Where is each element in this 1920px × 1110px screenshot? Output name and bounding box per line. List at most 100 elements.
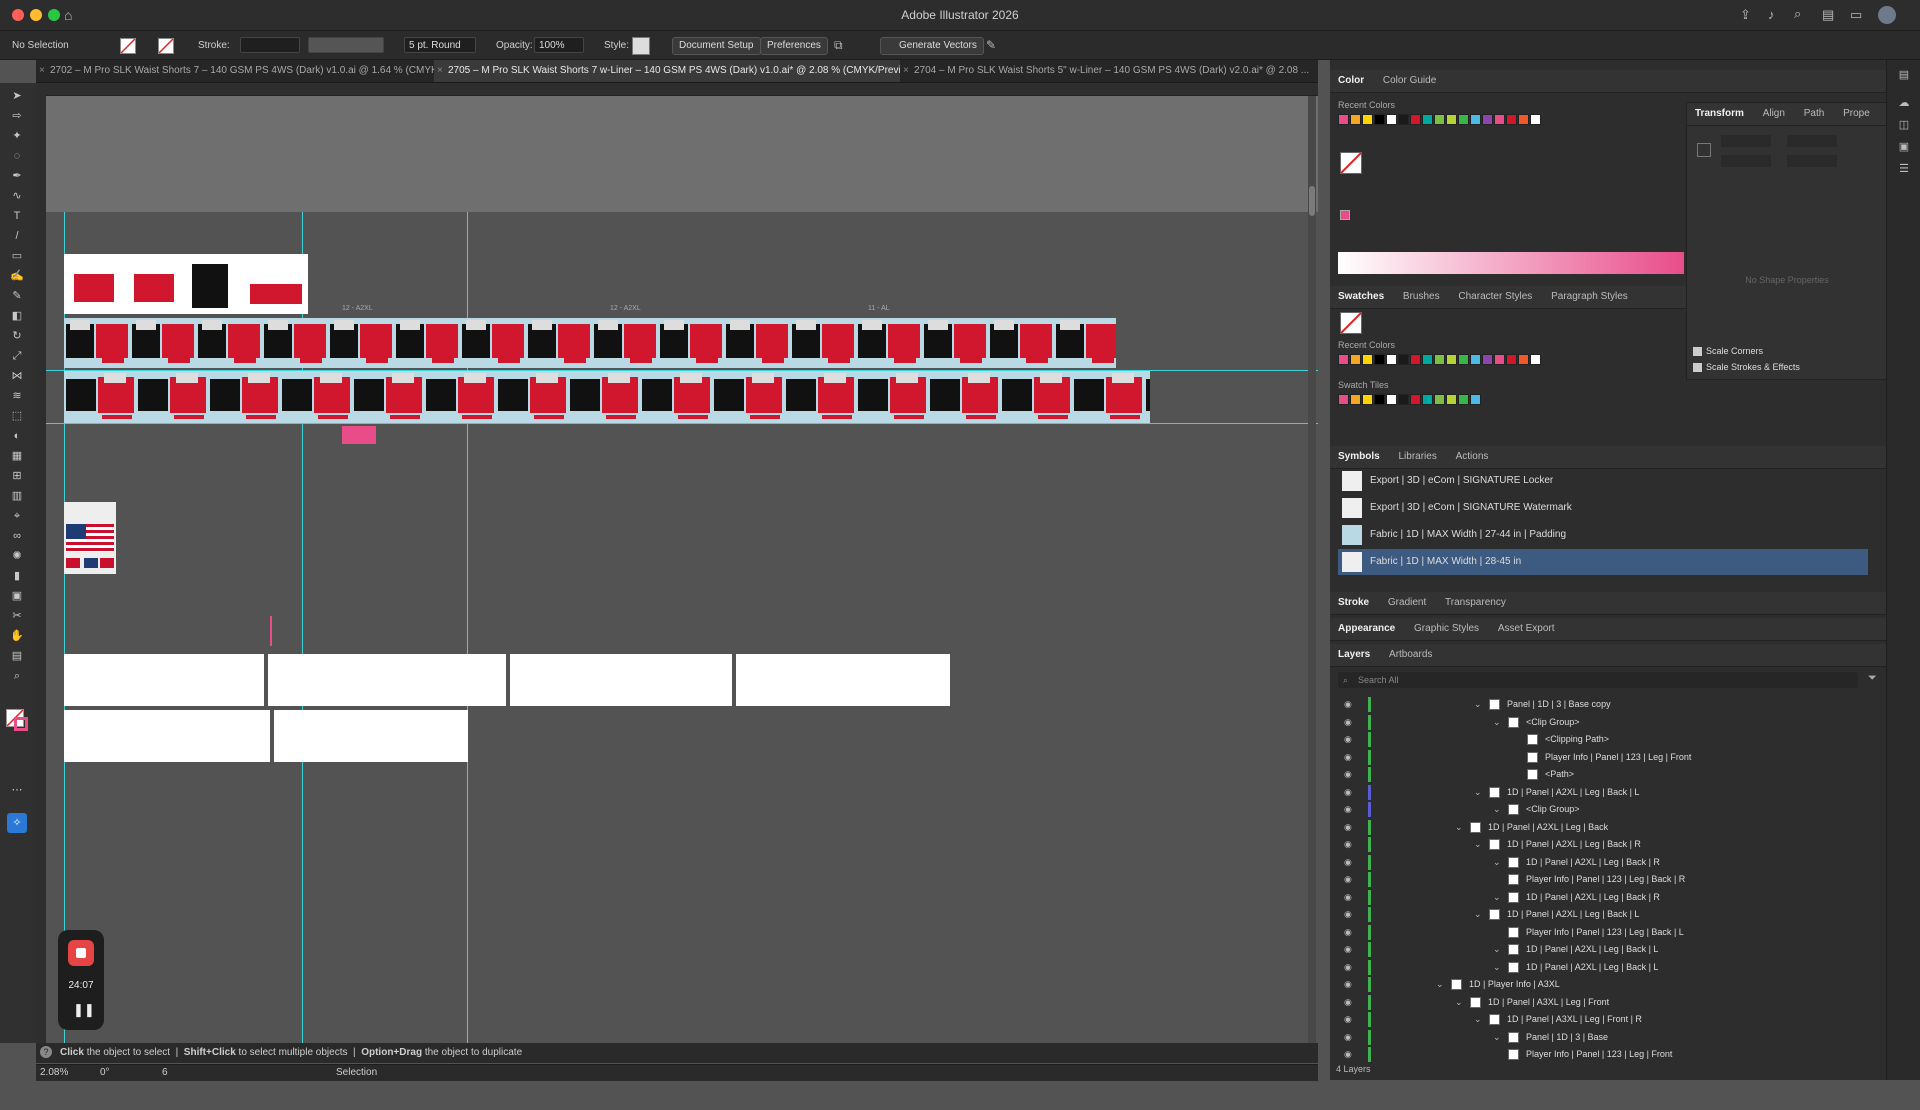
color-swatch[interactable]: [1530, 114, 1541, 125]
visibility-eye-icon[interactable]: ◉: [1344, 924, 1352, 941]
layer-row[interactable]: ◉ ⌄ 1D | Panel | A2XL | Leg | Back | R: [1330, 889, 1910, 906]
artboard-number[interactable]: 6: [162, 1067, 168, 1078]
color-swatch[interactable]: [1458, 354, 1469, 365]
layer-row[interactable]: ◉ Player Info | Panel | 123 | Leg | Back …: [1330, 924, 1910, 941]
expand-toggle-icon[interactable]: ⌄: [1493, 1029, 1501, 1046]
visibility-eye-icon[interactable]: ◉: [1344, 801, 1352, 818]
close-tab-icon[interactable]: ×: [39, 60, 45, 82]
visibility-eye-icon[interactable]: ◉: [1344, 1029, 1352, 1046]
color-swatch[interactable]: [1446, 114, 1457, 125]
layer-row[interactable]: ◉ Player Info | Panel | 123 | Leg | Front: [1330, 749, 1910, 766]
expand-toggle-icon[interactable]: ⌄: [1455, 994, 1463, 1011]
share-icon[interactable]: ⇪: [1740, 7, 1751, 23]
color-swatch[interactable]: [1518, 354, 1529, 365]
column-graph-tool-icon[interactable]: ▮: [9, 569, 25, 583]
color-swatch[interactable]: [1434, 354, 1445, 365]
tab-artboards[interactable]: Artboards: [1381, 644, 1440, 666]
paintbrush-tool-icon[interactable]: ✍: [9, 269, 25, 283]
brush-definition[interactable]: 5 pt. Round: [404, 37, 476, 53]
visibility-eye-icon[interactable]: ◉: [1344, 941, 1352, 958]
visibility-eye-icon[interactable]: ◉: [1344, 906, 1352, 923]
visibility-eye-icon[interactable]: ◉: [1344, 766, 1352, 783]
notifications-icon[interactable]: ♪: [1768, 7, 1775, 22]
expand-toggle-icon[interactable]: ⌄: [1474, 1011, 1482, 1028]
print-tiling-tool-icon[interactable]: ▤: [9, 649, 25, 663]
layer-row[interactable]: ◉ ⌄ 1D | Panel | A2XL | Leg | Back | R: [1330, 836, 1910, 853]
color-swatch[interactable]: [1362, 114, 1373, 125]
stroke-weight-field[interactable]: [240, 37, 300, 53]
color-swatch[interactable]: [1410, 394, 1421, 405]
scale-tool-icon[interactable]: ⤢: [9, 349, 25, 363]
color-swatch[interactable]: [1458, 114, 1469, 125]
mesh-tool-icon[interactable]: ⊞: [9, 469, 25, 483]
expand-toggle-icon[interactable]: ⌄: [1493, 941, 1501, 958]
expand-toggle-icon[interactable]: ⌄: [1493, 959, 1501, 976]
shape-builder-tool-icon[interactable]: ◐: [9, 429, 25, 443]
rotate-tool-icon[interactable]: ↻: [9, 329, 25, 343]
layer-row[interactable]: ◉ ⌄ <Clip Group>: [1330, 801, 1910, 818]
visibility-eye-icon[interactable]: ◉: [1344, 696, 1352, 713]
perspective-grid-tool-icon[interactable]: ▦: [9, 449, 25, 463]
tab-asset-export[interactable]: Asset Export: [1490, 618, 1563, 640]
expand-toggle-icon[interactable]: ⌄: [1474, 784, 1482, 801]
tab-gradient[interactable]: Gradient: [1380, 592, 1434, 614]
color-swatch[interactable]: [1386, 354, 1397, 365]
preferences-button[interactable]: Preferences: [760, 37, 828, 55]
slice-tool-icon[interactable]: ✂: [9, 609, 25, 623]
tab-color-guide[interactable]: Color Guide: [1375, 70, 1444, 92]
layer-row[interactable]: ◉ <Clipping Path>: [1330, 731, 1910, 748]
visibility-eye-icon[interactable]: ◉: [1344, 731, 1352, 748]
flag-artboard[interactable]: [64, 502, 116, 574]
color-swatch[interactable]: [1410, 354, 1421, 365]
opacity-field[interactable]: 100%: [534, 37, 584, 53]
tab-brushes[interactable]: Brushes: [1395, 286, 1448, 308]
zoom-level[interactable]: 2.08%: [40, 1067, 68, 1078]
warp-tool-icon[interactable]: ≋: [9, 389, 25, 403]
visibility-eye-icon[interactable]: ◉: [1344, 714, 1352, 731]
generative-ai-icon[interactable]: ✧: [7, 813, 27, 833]
shaper-tool-icon[interactable]: ✎: [9, 289, 25, 303]
color-swatch[interactable]: [1398, 114, 1409, 125]
color-swatch[interactable]: [1446, 394, 1457, 405]
layer-row[interactable]: ◉ ⌄ 1D | Panel | A2XL | Leg | Back | L: [1330, 959, 1910, 976]
tab-character-styles[interactable]: Character Styles: [1450, 286, 1540, 308]
layer-row[interactable]: ◉ ⌄ 1D | Player Info | A3XL: [1330, 976, 1910, 993]
document-tab[interactable]: × 2702 – M Pro SLK Waist Shorts 7 – 140 G…: [36, 60, 434, 82]
expand-toggle-icon[interactable]: ⌄: [1474, 906, 1482, 923]
color-swatch[interactable]: [1458, 394, 1469, 405]
color-swatch[interactable]: [1434, 394, 1445, 405]
tab-actions[interactable]: Actions: [1448, 446, 1497, 468]
fill-stroke-indicator[interactable]: [1340, 152, 1362, 174]
color-swatch[interactable]: [1506, 114, 1517, 125]
color-swatch[interactable]: [1470, 394, 1481, 405]
workspace-icon[interactable]: ▤: [1822, 7, 1834, 23]
expand-toggle-icon[interactable]: ⌄: [1493, 801, 1501, 818]
layer-row[interactable]: ◉ <Path>: [1330, 766, 1910, 783]
visibility-eye-icon[interactable]: ◉: [1344, 889, 1352, 906]
layer-row[interactable]: ◉ Player Info | Panel | 123 | Leg | Front: [1330, 1046, 1910, 1063]
x-field[interactable]: [1721, 135, 1771, 147]
visibility-eye-icon[interactable]: ◉: [1344, 871, 1352, 888]
color-swatch[interactable]: [1398, 394, 1409, 405]
color-spectrum-bar[interactable]: [1338, 252, 1684, 274]
filter-icon[interactable]: ⏷: [1868, 672, 1877, 685]
color-swatch[interactable]: [1374, 114, 1385, 125]
color-swatch[interactable]: [1482, 354, 1493, 365]
generate-vectors-button[interactable]: Generate Vectors: [880, 37, 984, 55]
document-tab[interactable]: × 2704 – M Pro SLK Waist Shorts 5" w-Line…: [900, 60, 1318, 82]
direct-selection-tool-icon[interactable]: ⇨: [9, 109, 25, 123]
rotation-angle[interactable]: 0°: [100, 1067, 110, 1078]
visibility-eye-icon[interactable]: ◉: [1344, 819, 1352, 836]
color-swatch[interactable]: [1518, 114, 1529, 125]
close-tab-icon[interactable]: ×: [437, 60, 443, 82]
help-icon[interactable]: ?: [40, 1046, 52, 1058]
visibility-eye-icon[interactable]: ◉: [1344, 1011, 1352, 1028]
color-swatch[interactable]: [1338, 114, 1349, 125]
visibility-eye-icon[interactable]: ◉: [1344, 749, 1352, 766]
color-swatch[interactable]: [1362, 354, 1373, 365]
color-swatch[interactable]: [1446, 354, 1457, 365]
tab-swatches[interactable]: Swatches: [1330, 286, 1392, 308]
color-swatch[interactable]: [1338, 394, 1349, 405]
adjust-icon[interactable]: ☰: [1896, 162, 1912, 176]
color-swatch[interactable]: [1374, 394, 1385, 405]
